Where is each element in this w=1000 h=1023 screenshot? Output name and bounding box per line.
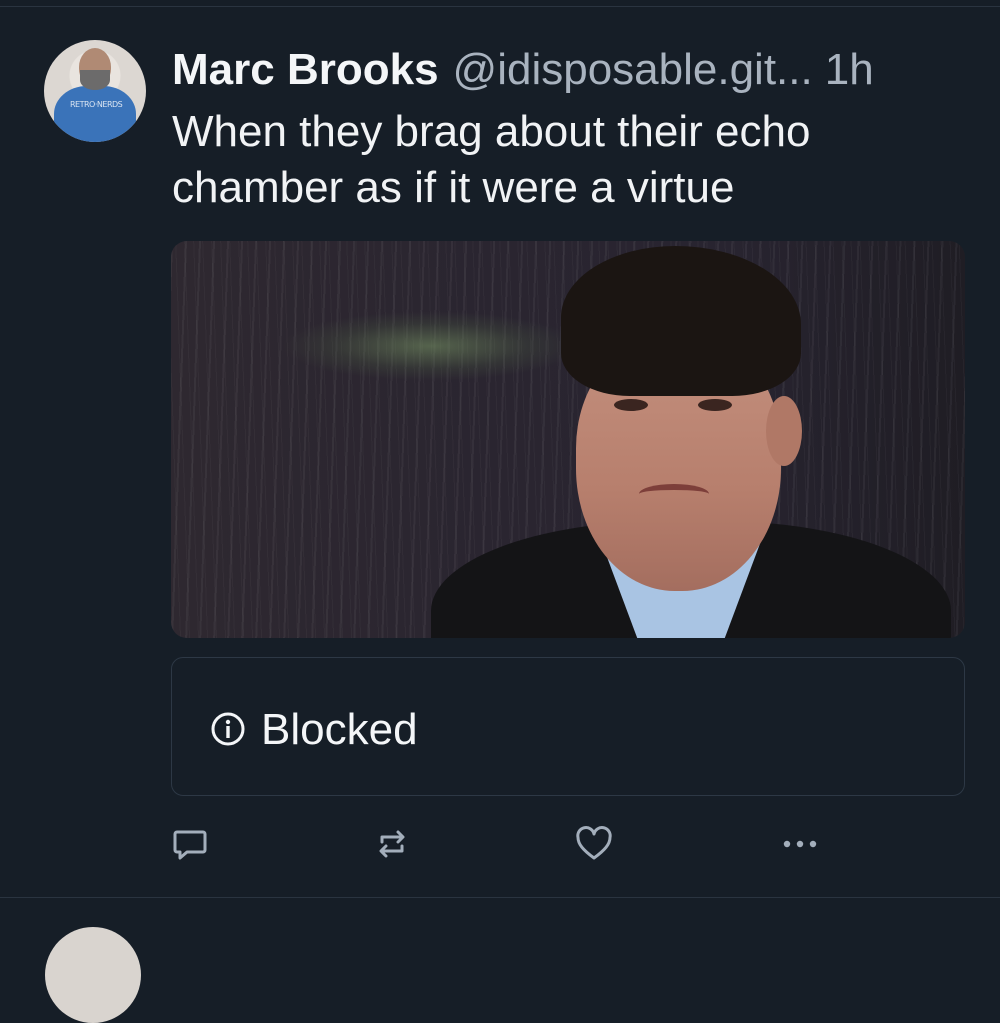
post-timestamp[interactable]: 1h — [825, 45, 874, 94]
post-actions — [0, 820, 1000, 870]
blocked-label: Blocked — [261, 705, 418, 754]
image-eye-right — [698, 399, 732, 411]
bottom-divider — [0, 897, 1000, 898]
like-button[interactable] — [570, 820, 618, 868]
more-options-button[interactable] — [776, 820, 824, 868]
image-mouth — [639, 484, 709, 504]
post-text: When they brag about their echo chamber … — [172, 107, 811, 212]
post-image[interactable] — [171, 241, 965, 638]
image-ear — [766, 396, 802, 466]
more-icon — [783, 840, 817, 848]
post[interactable]: RETRO·NERDS Marc Brooks @idisposable.git.… — [0, 0, 1000, 900]
post-header: Marc Brooks @idisposable.git... 1h — [172, 42, 972, 98]
next-post-avatar[interactable] — [45, 927, 141, 1023]
avatar-beard — [80, 70, 110, 90]
reply-button[interactable] — [166, 820, 214, 868]
author-avatar[interactable]: RETRO·NERDS — [44, 40, 146, 142]
image-foliage — [281, 311, 581, 381]
repost-icon — [379, 830, 405, 858]
like-icon — [576, 826, 612, 860]
image-eye-left — [614, 399, 648, 411]
author-handle[interactable]: @idisposable.git... — [453, 45, 813, 94]
info-icon — [211, 712, 245, 746]
repost-button[interactable] — [368, 820, 416, 868]
avatar-shirt-text: RETRO·NERDS — [70, 100, 123, 109]
blocked-embed-card[interactable]: Blocked — [171, 657, 965, 796]
reply-icon — [173, 830, 207, 860]
author-name[interactable]: Marc Brooks — [172, 45, 439, 94]
avatar-shirt — [54, 86, 136, 142]
